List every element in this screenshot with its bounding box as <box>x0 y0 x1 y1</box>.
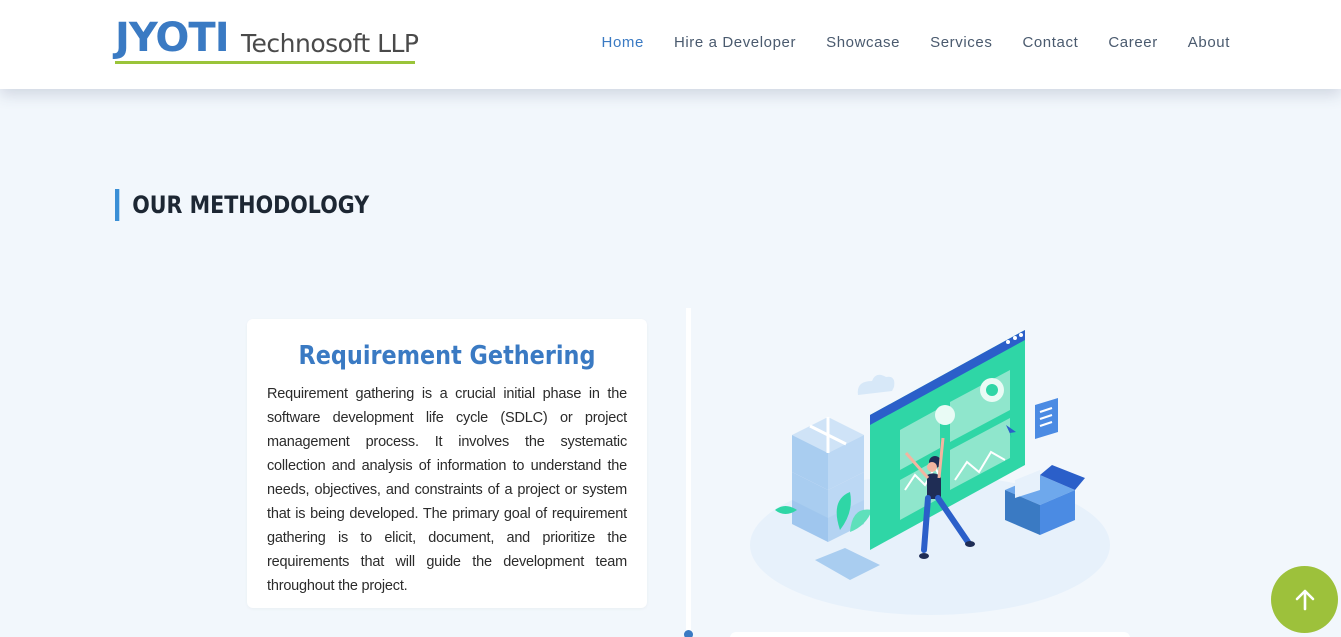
site-header: JYOTI Technosoft LLP Home Hire a Develop… <box>0 0 1341 89</box>
arrow-up-icon <box>1295 589 1314 610</box>
person-dashboard-illustration <box>740 320 1120 620</box>
logo-main-text: JYOTI <box>115 15 230 61</box>
nav-home[interactable]: Home <box>602 33 644 53</box>
logo-sub-text: Technosoft LLP <box>241 29 419 58</box>
scroll-to-top-button[interactable] <box>1271 566 1338 633</box>
logo-underline <box>115 61 415 64</box>
section-title: OUR METHODOLOGY <box>115 189 369 221</box>
nav-showcase[interactable]: Showcase <box>826 33 900 53</box>
nav-about[interactable]: About <box>1188 33 1230 53</box>
methodology-step-card: Requirement Gethering Requirement gather… <box>247 319 647 608</box>
step-description: Requirement gathering is a crucial initi… <box>267 386 627 594</box>
main-nav: Home Hire a Developer Showcase Services … <box>602 33 1230 53</box>
timeline-dot <box>684 630 693 637</box>
nav-services[interactable]: Services <box>930 33 992 53</box>
nav-contact[interactable]: Contact <box>1022 33 1078 53</box>
nav-career[interactable]: Career <box>1108 33 1157 53</box>
next-step-card-edge <box>730 632 1130 637</box>
nav-hire-a-developer[interactable]: Hire a Developer <box>674 33 796 53</box>
step-title: Requirement Gethering <box>298 341 596 371</box>
timeline-line <box>686 308 691 637</box>
